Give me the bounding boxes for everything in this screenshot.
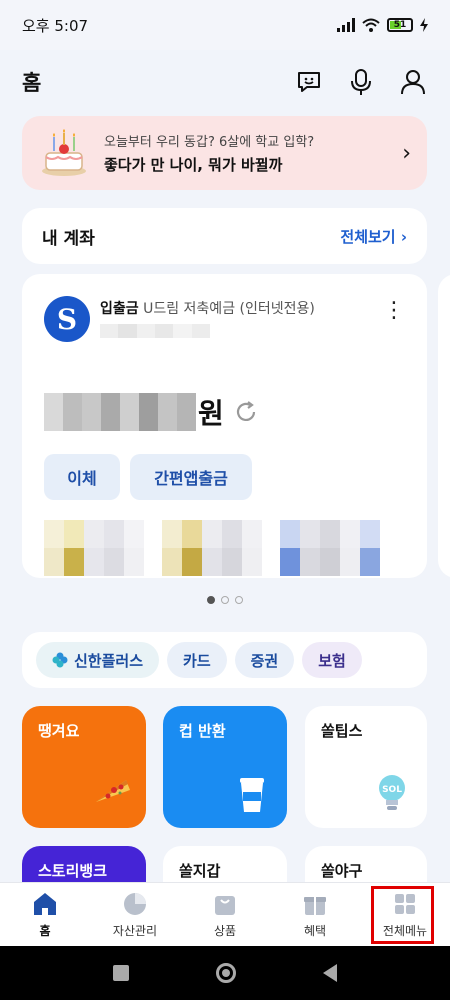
- banner-title: 좋다가 만 나이, 뭐가 바뀔까: [104, 156, 283, 174]
- more-options-icon[interactable]: ⋮: [383, 300, 405, 322]
- tile-ddanggyeoyo[interactable]: 땡겨요: [22, 706, 146, 828]
- wifi-icon: [362, 18, 380, 32]
- tile-cup-return[interactable]: 컵 반환: [163, 706, 287, 828]
- nav-label: 홈: [39, 924, 51, 938]
- quick-links-redacted: [44, 520, 405, 576]
- chevron-right-icon: ›: [402, 140, 411, 166]
- app-header: 홈: [0, 58, 450, 106]
- chip-insurance[interactable]: 보험: [302, 642, 362, 678]
- back-icon[interactable]: [322, 964, 337, 982]
- chatbot-icon[interactable]: [294, 67, 324, 97]
- carousel-pager: [0, 596, 450, 604]
- currency-unit: 원: [198, 397, 224, 430]
- view-all-link[interactable]: 전체보기 ›: [340, 226, 407, 247]
- nav-asset-management[interactable]: 자산관리: [95, 890, 175, 939]
- highlight-annotation: [371, 886, 434, 944]
- signal-icon: [337, 18, 355, 32]
- tile-label: 쏠팁스: [321, 722, 363, 740]
- redacted-group: [280, 520, 380, 576]
- pizza-icon: [96, 780, 130, 802]
- status-time: 오후 5:07: [22, 16, 89, 35]
- banner-text: 오늘부터 우리 동갑? 6살에 학교 입학? 좋다가 만 나이, 뭐가 바뀔까: [104, 131, 402, 175]
- balance-row: 원: [44, 392, 405, 432]
- shinhan-logo-icon: S: [44, 296, 90, 342]
- my-account-title: 내 계좌: [42, 228, 95, 249]
- pager-dot[interactable]: [221, 596, 229, 604]
- banner-subtitle: 오늘부터 우리 동갑? 6살에 학교 입학?: [104, 135, 315, 150]
- refresh-icon[interactable]: [234, 400, 258, 424]
- affiliate-chips: 신한플러스 카드 증권 보험: [22, 632, 427, 688]
- chip-card[interactable]: 카드: [167, 642, 227, 678]
- nav-home[interactable]: 홈: [5, 890, 85, 939]
- account-type: 입출금: [100, 301, 139, 317]
- transfer-button[interactable]: 이체: [44, 454, 120, 500]
- lightbulb-icon: SOL: [379, 775, 405, 810]
- nav-products[interactable]: 상품: [185, 890, 265, 939]
- chip-securities[interactable]: 증권: [234, 642, 295, 678]
- tile-label: 땡겨요: [38, 722, 80, 740]
- redacted-group: [162, 520, 262, 576]
- battery-icon: 51: [387, 18, 413, 32]
- header-actions: [294, 67, 428, 97]
- chip-shinhan-plus[interactable]: 신한플러스: [36, 642, 160, 678]
- tile-label: 쏠지갑: [179, 862, 221, 880]
- recent-apps-icon[interactable]: [113, 965, 130, 981]
- redacted-group: [44, 520, 144, 576]
- account-info: 입출금 U드림 저축예금 (인터넷전용): [100, 296, 383, 338]
- nav-label: 상품: [213, 924, 237, 938]
- balance-redacted: [44, 393, 196, 431]
- promo-banner[interactable]: 오늘부터 우리 동갑? 6살에 학교 입학? 좋다가 만 나이, 뭐가 바뀔까 …: [22, 116, 427, 190]
- app-withdraw-button[interactable]: 간편앱출금: [130, 454, 252, 500]
- account-header: S 입출금 U드림 저축예금 (인터넷전용) ⋮: [44, 296, 405, 342]
- account-product: U드림 저축예금 (인터넷전용): [143, 301, 315, 317]
- nav-label: 자산관리: [112, 924, 158, 938]
- gift-icon: [304, 897, 326, 915]
- birthday-cake-icon: [42, 129, 86, 176]
- account-actions: 이체 간편앱출금: [44, 454, 405, 500]
- status-icons: 51: [337, 18, 428, 32]
- tile-sol-tips[interactable]: 쏠팁스 SOL: [305, 706, 427, 828]
- account-name: 입출금 U드림 저축예금 (인터넷전용): [100, 298, 383, 318]
- status-bar: 오후 5:07 51: [0, 0, 450, 50]
- home-button-icon[interactable]: [215, 963, 236, 983]
- profile-icon[interactable]: [398, 67, 428, 97]
- charging-icon: [420, 18, 428, 32]
- home-icon: [34, 893, 56, 915]
- pager-dot[interactable]: [235, 596, 243, 604]
- battery-level: 51: [393, 20, 407, 30]
- system-navigation-bar: [0, 946, 450, 1000]
- shopping-bag-icon: [215, 896, 235, 915]
- tile-label: 쏠야구: [321, 862, 363, 880]
- account-number-redacted: [100, 324, 210, 338]
- nav-label: 혜택: [303, 924, 327, 938]
- tile-label: 컵 반환: [179, 722, 226, 740]
- pie-chart-icon: [124, 893, 146, 915]
- account-card[interactable]: S 입출금 U드림 저축예금 (인터넷전용) ⋮ 원 이체 간편앱출금: [22, 274, 427, 578]
- page-title: 홈: [22, 71, 42, 95]
- microphone-icon[interactable]: [346, 67, 376, 97]
- chip-label: 신한플러스: [74, 651, 144, 670]
- cup-icon: [240, 778, 264, 812]
- next-account-card[interactable]: [438, 274, 450, 578]
- pager-dot[interactable]: [207, 596, 215, 604]
- tile-label: 스토리뱅크: [38, 862, 108, 880]
- my-account-section: 내 계좌 전체보기 ›: [22, 208, 427, 264]
- clover-icon: [52, 652, 68, 668]
- svg-text:SOL: SOL: [382, 785, 402, 795]
- nav-benefits[interactable]: 혜택: [275, 890, 355, 939]
